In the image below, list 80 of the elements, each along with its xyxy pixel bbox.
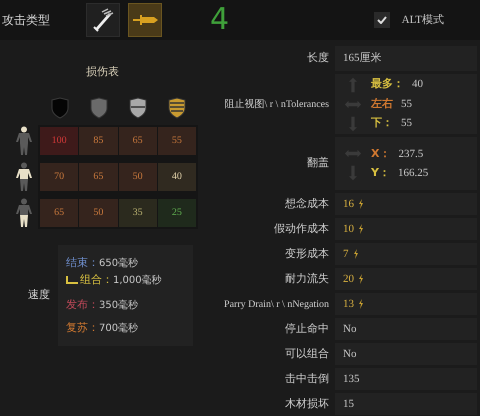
stat-label: 可以组合 bbox=[285, 346, 329, 362]
stat-value: No bbox=[343, 322, 356, 337]
damage-cell: 25 bbox=[158, 198, 196, 226]
speed-entry-value: 350毫秒 bbox=[99, 298, 138, 312]
corner-icon bbox=[66, 276, 78, 284]
damage-cell: 35 bbox=[118, 198, 157, 226]
stat-value: No bbox=[343, 346, 356, 362]
damage-cell: 55 bbox=[158, 126, 196, 154]
stat-label: 木材损坏 bbox=[285, 396, 329, 412]
body-figure-icon bbox=[14, 162, 34, 192]
stat-label: 想念成本 bbox=[285, 196, 329, 212]
tolerance-label: Y： bbox=[371, 165, 390, 181]
sword-icon bbox=[92, 8, 114, 32]
speed-entry-label: 发布： bbox=[66, 296, 99, 313]
lightning-icon bbox=[358, 224, 364, 234]
tolerance-label: X： bbox=[371, 146, 390, 162]
dagger-icon bbox=[132, 14, 158, 26]
down-arrow-icon bbox=[348, 116, 358, 132]
damage-table-title: 损伤表 bbox=[86, 64, 119, 80]
damage-cell: 40 bbox=[158, 162, 196, 190]
shield-icon bbox=[128, 96, 148, 118]
stat-value: 20 bbox=[343, 272, 354, 287]
stat-value: 15 bbox=[343, 396, 354, 412]
up-arrow-icon bbox=[348, 76, 358, 92]
speed-entry-value: 650毫秒 bbox=[99, 256, 138, 270]
speed-entry-label: 组合： bbox=[80, 272, 113, 288]
down-arrow-icon bbox=[348, 165, 358, 182]
stat-label: 假动作成本 bbox=[274, 220, 329, 237]
check-icon bbox=[376, 16, 387, 24]
damage-cell: 100 bbox=[40, 126, 78, 154]
stat-value: 13 bbox=[343, 296, 354, 312]
lightning-icon bbox=[358, 299, 364, 309]
stat-value: 16 bbox=[343, 196, 354, 212]
speed-entry-value: 700毫秒 bbox=[99, 322, 138, 336]
speed-entry-label: 结束： bbox=[66, 254, 99, 271]
damage-cell: 50 bbox=[79, 198, 118, 226]
damage-cell: 65 bbox=[40, 198, 78, 226]
tolerance-value: 55 bbox=[401, 96, 412, 112]
damage-cell: 85 bbox=[79, 126, 118, 154]
shield-icon bbox=[50, 96, 70, 118]
alt-mode-checkbox[interactable] bbox=[374, 12, 390, 28]
alt-mode-label: ALT模式 bbox=[402, 12, 444, 28]
lightning-icon bbox=[352, 249, 358, 259]
stat-label: 变形成本 bbox=[285, 246, 329, 262]
attack-type-button[interactable] bbox=[86, 3, 120, 37]
horizontal-arrow-icon bbox=[344, 149, 362, 158]
stat-value: 165厘米 bbox=[343, 51, 382, 66]
speed-label: 速度 bbox=[27, 286, 51, 303]
tolerance-label: 左右 bbox=[371, 96, 393, 112]
stat-label: 翻盖 bbox=[307, 155, 329, 172]
damage-cell: 70 bbox=[40, 162, 78, 190]
lightning-icon bbox=[358, 199, 364, 209]
stat-label: Parry Drain\ r \ nNegation bbox=[224, 298, 329, 312]
stat-label: 耐力流失 bbox=[285, 270, 329, 287]
body-figure-icon bbox=[14, 198, 34, 228]
tolerance-value: 166.25 bbox=[398, 166, 428, 181]
body-figure-icon bbox=[14, 126, 34, 156]
tolerance-value: 55 bbox=[401, 116, 412, 132]
stat-value: 7 bbox=[343, 246, 348, 262]
stat-label: 击中击倒 bbox=[285, 370, 329, 387]
count-text: 4 bbox=[210, 5, 230, 35]
tolerance-label: 最多： bbox=[371, 76, 404, 92]
stat-value: 10 bbox=[343, 222, 354, 237]
speed-entry-label: 复苏： bbox=[66, 320, 99, 336]
lightning-icon bbox=[358, 274, 364, 284]
speed-entry-value: 1,000毫秒 bbox=[113, 274, 162, 288]
attack-type-label: 攻击类型 bbox=[2, 12, 51, 29]
damage-cell: 50 bbox=[118, 162, 157, 190]
shield-icon bbox=[89, 96, 109, 118]
stat-label: 阻止视图\ r \ nTolerances bbox=[224, 98, 329, 112]
tolerance-label: 下： bbox=[371, 115, 393, 132]
tolerance-value: 237.5 bbox=[398, 146, 424, 162]
tolerance-value: 40 bbox=[412, 77, 423, 92]
shield-icon bbox=[167, 96, 187, 118]
horizontal-arrow-icon bbox=[344, 100, 362, 108]
damage-cell: 65 bbox=[118, 126, 157, 154]
stat-value: 135 bbox=[343, 372, 360, 387]
stat-label: 停止命中 bbox=[285, 320, 329, 337]
stat-label: 长度 bbox=[307, 50, 329, 66]
damage-cell: 65 bbox=[79, 162, 118, 190]
